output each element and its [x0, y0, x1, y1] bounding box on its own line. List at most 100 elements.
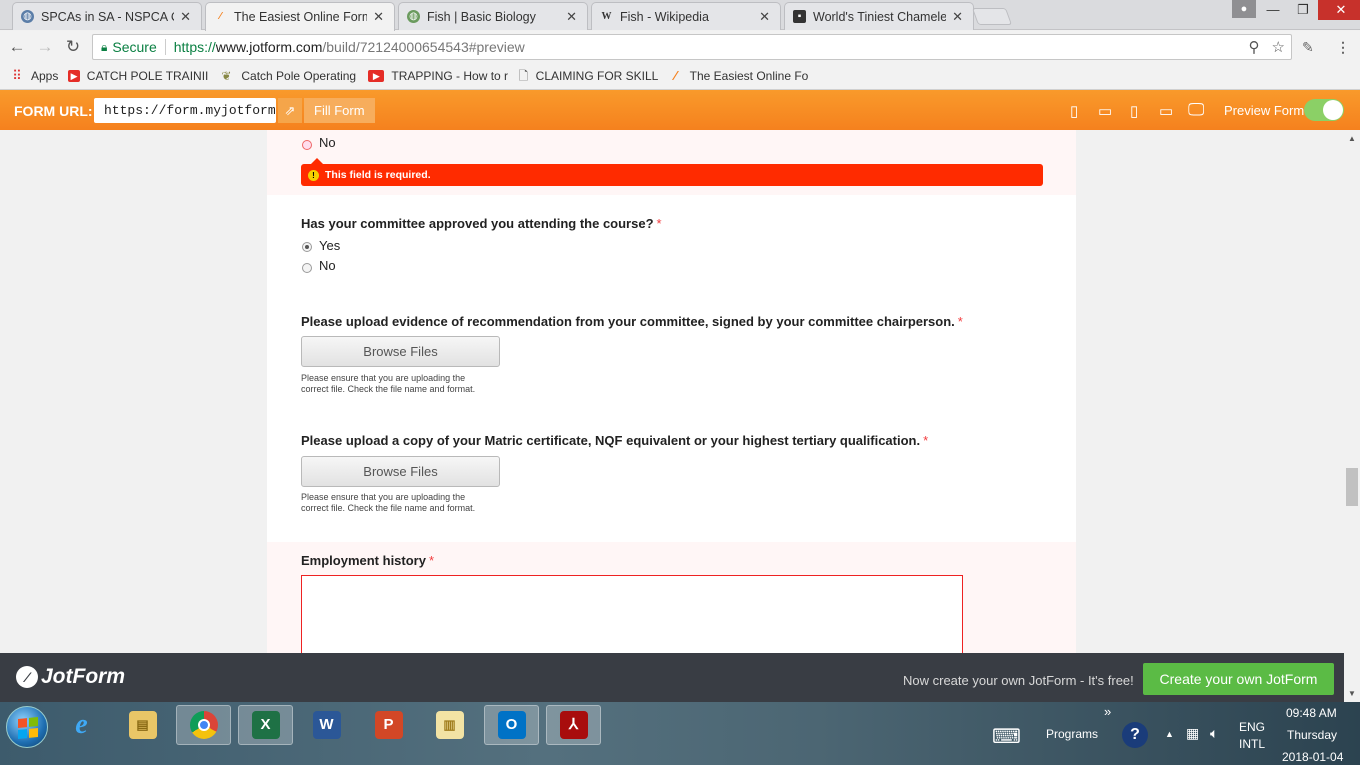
taskbar-powerpoint[interactable]: P [361, 705, 416, 745]
committee-no-radio[interactable] [302, 263, 312, 273]
bookmark-star-icon[interactable]: ☆ [1272, 38, 1285, 56]
taskbar-internet-explorer[interactable]: e [54, 705, 109, 745]
url-path: /build/72124000654543#preview [322, 39, 525, 55]
windows-logo-icon [18, 716, 38, 740]
preview-form-toggle[interactable] [1304, 99, 1344, 121]
close-icon[interactable]: ✕ [180, 9, 191, 25]
language-indicator[interactable]: ENG [1239, 720, 1265, 734]
tab-spcas[interactable]: ◍ SPCAs in SA - NSPCA Ca ✕ [12, 2, 202, 30]
scroll-up-arrow-icon[interactable]: ▲ [1348, 134, 1356, 143]
help-icon[interactable]: ? [1122, 722, 1148, 748]
menu-kebab-icon[interactable]: ⋮ [1336, 39, 1350, 56]
clock-date[interactable]: 2018-01-04 [1282, 750, 1343, 764]
tab-chameleon[interactable]: ▪ World's Tiniest Chamelec ✕ [784, 2, 974, 30]
start-button[interactable] [6, 706, 48, 748]
close-icon[interactable]: ✕ [566, 9, 577, 25]
hint-line: Please ensure that you are uploading the [301, 492, 466, 502]
tab-fish-wikipedia[interactable]: W Fish - Wikipedia ✕ [591, 2, 781, 30]
bookmark-jotform[interactable]: ⁄ The Easiest Online Fo [668, 69, 808, 83]
volume-icon[interactable]: 🔈︎ [1210, 725, 1218, 742]
footer-promo-text: Now create your own JotForm - It's free! [903, 673, 1134, 688]
question-text: Has your committee approved you attendin… [301, 216, 654, 231]
powerpoint-icon: P [374, 711, 403, 739]
tablet-portrait-icon[interactable]: ▯ [1130, 102, 1138, 120]
required-asterisk: * [428, 553, 435, 568]
taskbar-file-explorer[interactable]: ▤ [115, 705, 170, 745]
wikipedia-icon: W [601, 11, 612, 22]
create-jotform-button[interactable]: Create your own JotForm [1143, 663, 1334, 695]
folder-icon: ▤ [128, 711, 157, 739]
scroll-thumb[interactable] [1346, 468, 1358, 506]
close-icon[interactable]: ✕ [373, 9, 384, 25]
acrobat-icon: ⅄ [559, 711, 588, 739]
browse-files-button-matric[interactable]: Browse Files [301, 456, 500, 487]
window-close-icon[interactable]: ✕ [1318, 0, 1360, 20]
user-profile-icon[interactable]: ● [1232, 0, 1256, 18]
jotform-logo-icon: ⁄ [16, 666, 38, 688]
globe-icon: ◍ [21, 10, 34, 23]
tab-title: World's Tiniest Chamelec [813, 9, 947, 24]
bookmark-trapping[interactable]: ▶ TRAPPING - How to r [368, 69, 508, 83]
form-canvas: No ! This field is required. Has your co… [267, 130, 1076, 653]
zoom-icon[interactable]: ⚲ [1249, 38, 1260, 56]
committee-yes-radio[interactable] [302, 242, 312, 252]
restore-icon[interactable]: ❐ [1288, 0, 1318, 20]
question-matric-upload: Please upload a copy of your Matric cert… [301, 433, 928, 448]
scroll-down-arrow-icon[interactable]: ▼ [1348, 689, 1356, 698]
reload-icon[interactable]: ↻ [62, 37, 84, 57]
external-link-icon[interactable]: ⇗ [278, 98, 302, 123]
bookmark-catch-pole-training[interactable]: ▶ CATCH POLE TRAINII [68, 69, 208, 83]
back-arrow-icon[interactable]: ← [6, 37, 28, 57]
programs-toolbar-label[interactable]: Programs [1046, 727, 1098, 741]
close-icon[interactable]: ✕ [952, 9, 963, 25]
fill-form-button[interactable]: Fill Form [304, 98, 375, 123]
forward-arrow-icon[interactable]: → [34, 37, 56, 57]
close-icon[interactable]: ✕ [759, 9, 770, 25]
desktop-icon[interactable]: 🖵︎ [1188, 100, 1204, 120]
address-bar[interactable]: 🔒︎ Secure https:// www.jotform.com /buil… [92, 34, 1292, 60]
page-scrollbar[interactable]: ▲ ▼ [1344, 130, 1360, 702]
form-url-field[interactable]: https://form.myjotform.c [94, 98, 276, 123]
tray-expand-icon[interactable]: » [1104, 704, 1111, 719]
clock-time[interactable]: 09:48 AM [1286, 706, 1337, 720]
minimize-icon[interactable]: — [1258, 0, 1288, 20]
touch-keyboard-icon[interactable]: ⌨ [992, 724, 1021, 749]
question-text: Please upload a copy of your Matric cert… [301, 433, 921, 448]
internet-explorer-icon: e [75, 709, 88, 740]
bookmark-apps[interactable]: ⠿ Apps [10, 69, 58, 83]
tab-jotform[interactable]: ⁄ The Easiest Online Form ✕ [205, 2, 395, 31]
browse-files-button-recommendation[interactable]: Browse Files [301, 336, 500, 367]
taskbar-acrobat[interactable]: ⅄ [546, 705, 601, 745]
divider [164, 39, 166, 55]
secure-label: Secure [112, 39, 157, 55]
extension-icon[interactable]: ✎ [1302, 39, 1314, 56]
upload-hint: Please ensure that you are uploading the… [301, 492, 501, 513]
taskbar-excel[interactable]: X [238, 705, 293, 745]
bookmark-label: The Easiest Online Fo [689, 69, 809, 83]
show-hidden-icons-arrow[interactable]: ▲ [1165, 729, 1174, 739]
bookmark-catch-pole-operating[interactable]: ❦ Catch Pole Operating [218, 69, 358, 83]
network-icon[interactable]: ▦ [1186, 725, 1199, 742]
required-asterisk: * [656, 216, 662, 231]
employment-history-textarea[interactable] [301, 575, 963, 653]
jotform-logo[interactable]: ⁄ JotForm [16, 665, 125, 689]
phone-landscape-icon[interactable]: ▭ [1098, 102, 1112, 120]
clock-day[interactable]: Thursday [1287, 728, 1337, 742]
preview-form-label: Preview Form [1224, 103, 1305, 118]
taskbar-word[interactable]: W [299, 705, 354, 745]
question-text: Employment history [301, 553, 426, 568]
keyboard-layout-indicator[interactable]: INTL [1239, 737, 1265, 751]
tablet-landscape-icon[interactable]: ▭ [1159, 102, 1173, 120]
bookmark-claiming[interactable]: 🗋︎ CLAIMING FOR SKILL [518, 69, 659, 83]
new-tab-button[interactable] [971, 8, 1013, 25]
chrome-icon [189, 711, 218, 739]
taskbar-outlook[interactable]: O [484, 705, 539, 745]
tab-fish-biology[interactable]: ◍ Fish | Basic Biology ✕ [398, 2, 588, 30]
previous-no-radio[interactable] [302, 140, 312, 150]
required-asterisk: * [923, 433, 929, 448]
jotform-icon: ⁄ [219, 11, 222, 22]
taskbar-folder[interactable]: ▥ [422, 705, 477, 745]
taskbar-chrome[interactable] [176, 705, 231, 745]
phone-portrait-icon[interactable]: ▯ [1070, 102, 1078, 120]
tab-title: The Easiest Online Form [234, 10, 368, 24]
